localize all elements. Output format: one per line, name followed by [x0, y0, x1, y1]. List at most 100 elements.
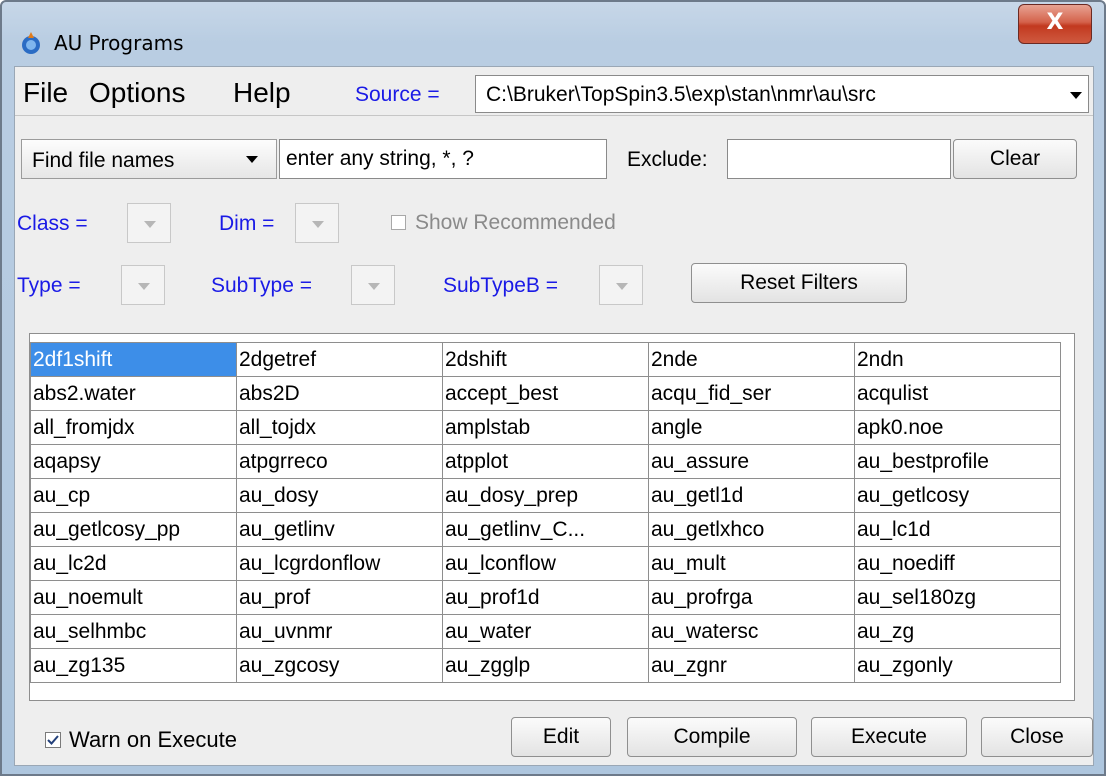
program-cell[interactable]: acqulist [854, 376, 1061, 411]
program-cell[interactable]: au_zgonly [854, 648, 1061, 683]
table-row: au_noemult au_prof au_prof1d au_profrga au_s… [30, 580, 1061, 615]
source-label: Source = [355, 83, 440, 106]
program-cell[interactable]: au_zgcosy [236, 648, 443, 683]
subtypeb-filter-dropdown[interactable] [599, 265, 643, 305]
chevron-down-icon [1070, 92, 1082, 99]
program-cell[interactable]: au_lc1d [854, 512, 1061, 547]
search-mode-value: Find file names [32, 149, 175, 172]
table-row: all_fromjdx all_tojdx amplstab angle apk0.no… [30, 410, 1061, 445]
program-cell[interactable]: 2nde [648, 342, 855, 377]
reset-filters-button[interactable]: Reset Filters [691, 263, 907, 303]
program-cell[interactable]: au_cp [30, 478, 237, 513]
warn-on-execute-checkbox[interactable] [45, 732, 61, 748]
au-programs-window: AU Programs X File Options Help Source =… [0, 0, 1106, 776]
chevron-down-icon [246, 156, 258, 163]
program-cell[interactable]: angle [648, 410, 855, 445]
program-cell[interactable]: accept_best [442, 376, 649, 411]
type-filter-dropdown[interactable] [121, 265, 165, 305]
program-cell[interactable]: au_getlcosy_pp [30, 512, 237, 547]
program-cell[interactable]: au_lcgrdonflow [236, 546, 443, 581]
menu-file[interactable]: File [23, 77, 68, 109]
show-recommended-label: Show Recommended [415, 211, 616, 234]
program-cell[interactable]: au_getlxhco [648, 512, 855, 547]
menu-help[interactable]: Help [233, 77, 291, 109]
search-input[interactable] [279, 139, 607, 179]
program-cell[interactable]: au_sel180zg [854, 580, 1061, 615]
chevron-down-icon [616, 283, 628, 290]
program-cell[interactable]: 2ndn [854, 342, 1061, 377]
program-cell[interactable]: au_bestprofile [854, 444, 1061, 479]
class-filter-dropdown[interactable] [127, 203, 171, 243]
program-cell[interactable]: au_watersc [648, 614, 855, 649]
exclude-label: Exclude: [627, 148, 708, 171]
window-title: AU Programs [54, 31, 184, 55]
program-cell[interactable]: au_prof [236, 580, 443, 615]
subtype-filter-label: SubType = [211, 274, 312, 297]
program-cell[interactable]: au_zgnr [648, 648, 855, 683]
exclude-input[interactable] [727, 139, 951, 179]
chevron-down-icon [138, 283, 150, 290]
class-filter-label: Class = [17, 212, 88, 235]
program-cell[interactable]: au_zgglp [442, 648, 649, 683]
program-cell[interactable]: atpplot [442, 444, 649, 479]
app-icon [22, 32, 40, 54]
table-row: au_selhmbc au_uvnmr au_water au_watersc au_z… [30, 614, 1061, 649]
program-cell[interactable]: au_getlinv_C... [442, 512, 649, 547]
program-cell[interactable]: au_noediff [854, 546, 1061, 581]
program-cell[interactable]: au_selhmbc [30, 614, 237, 649]
program-cell[interactable]: au_lc2d [30, 546, 237, 581]
program-cell[interactable]: abs2D [236, 376, 443, 411]
program-cell[interactable]: 2df1shift [30, 342, 237, 377]
checkmark-icon [47, 735, 59, 745]
table-row: au_getlcosy_pp au_getlinv au_getlinv_C... a… [30, 512, 1061, 547]
program-cell[interactable]: abs2.water [30, 376, 237, 411]
program-cell[interactable]: au_getl1d [648, 478, 855, 513]
search-mode-dropdown[interactable]: Find file names [21, 139, 277, 179]
program-cell[interactable]: au_profrga [648, 580, 855, 615]
program-cell[interactable]: au_uvnmr [236, 614, 443, 649]
dialog-body: File Options Help Source = C:\Bruker\Top… [14, 66, 1094, 766]
program-cell[interactable]: au_dosy_prep [442, 478, 649, 513]
program-cell[interactable]: au_getlinv [236, 512, 443, 547]
chevron-down-icon [312, 221, 324, 228]
program-cell[interactable]: au_water [442, 614, 649, 649]
program-cell[interactable]: apk0.noe [854, 410, 1061, 445]
program-cell[interactable]: aqapsy [30, 444, 237, 479]
menu-options[interactable]: Options [89, 77, 186, 109]
subtype-filter-dropdown[interactable] [351, 265, 395, 305]
program-cell[interactable]: amplstab [442, 410, 649, 445]
program-cell[interactable]: all_fromjdx [30, 410, 237, 445]
program-cell[interactable]: au_zg [854, 614, 1061, 649]
type-filter-label: Type = [17, 274, 81, 297]
close-button[interactable]: Close [981, 717, 1093, 757]
program-cell[interactable]: au_mult [648, 546, 855, 581]
table-row: au_zg135 au_zgcosy au_zgglp au_zgnr au_zgonl… [30, 648, 1061, 683]
execute-button[interactable]: Execute [811, 717, 967, 757]
close-icon: X [1046, 10, 1064, 35]
program-cell[interactable]: 2dgetref [236, 342, 443, 377]
program-cell[interactable]: 2dshift [442, 342, 649, 377]
edit-button[interactable]: Edit [511, 717, 611, 757]
chevron-down-icon [368, 283, 380, 290]
show-recommended-checkbox[interactable] [391, 215, 406, 230]
source-path: C:\Bruker\TopSpin3.5\exp\stan\nmr\au\src [486, 83, 876, 106]
program-cell[interactable]: atpgrreco [236, 444, 443, 479]
table-row: abs2.water abs2D accept_best acqu_fid_ser ac… [30, 376, 1061, 411]
clear-button[interactable]: Clear [953, 139, 1077, 179]
compile-button[interactable]: Compile [627, 717, 797, 757]
program-cell[interactable]: au_prof1d [442, 580, 649, 615]
program-cell[interactable]: au_assure [648, 444, 855, 479]
window-close-button[interactable]: X [1018, 4, 1092, 44]
program-cell[interactable]: au_zg135 [30, 648, 237, 683]
program-cell[interactable]: au_dosy [236, 478, 443, 513]
program-cell[interactable]: au_noemult [30, 580, 237, 615]
source-dropdown[interactable]: C:\Bruker\TopSpin3.5\exp\stan\nmr\au\src [475, 75, 1089, 113]
warn-on-execute-label: Warn on Execute [69, 727, 237, 752]
program-cell[interactable]: acqu_fid_ser [648, 376, 855, 411]
program-cell[interactable]: all_tojdx [236, 410, 443, 445]
dim-filter-dropdown[interactable] [295, 203, 339, 243]
dim-filter-label: Dim = [219, 212, 275, 235]
table-row: au_lc2d au_lcgrdonflow au_lconflow au_mult a… [30, 546, 1061, 581]
program-cell[interactable]: au_lconflow [442, 546, 649, 581]
program-cell[interactable]: au_getlcosy [854, 478, 1061, 513]
